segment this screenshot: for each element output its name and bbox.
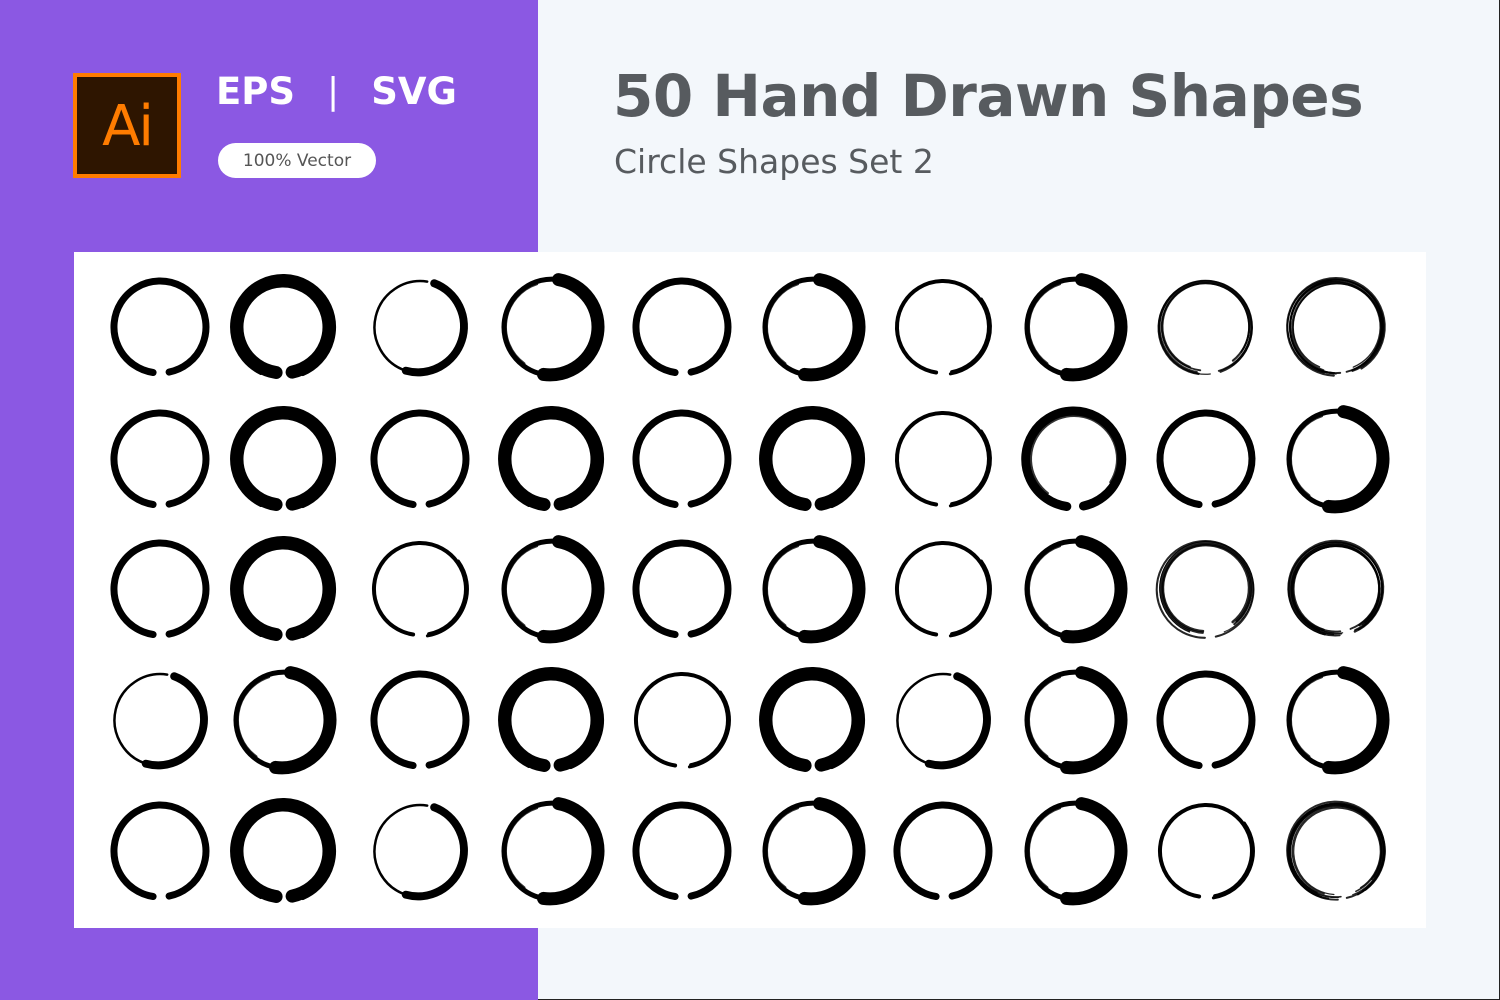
brush-circle-shape: [1024, 797, 1128, 906]
brush-circle-shape: [370, 409, 470, 508]
brush-circle-shape: [632, 539, 732, 638]
vector-badge: 100% Vector: [218, 143, 376, 178]
adobe-illustrator-icon: Ai: [73, 73, 181, 178]
brush-circle-shape: [110, 539, 210, 638]
brush-circle-shape: [896, 672, 991, 770]
brush-circle-shape: [233, 666, 337, 775]
brush-circle-shape: [633, 672, 731, 769]
format-separator: |: [327, 70, 340, 112]
brush-circle-shape: [762, 535, 866, 644]
brush-circle-shape: [1287, 539, 1385, 637]
brush-circle-shape: [893, 801, 993, 900]
brush-circle-shape: [1155, 540, 1255, 639]
brush-circle-shape: [371, 541, 469, 638]
brush-circle-shape: [110, 801, 210, 900]
shapes-grid: [110, 273, 1390, 906]
brush-circle-shape: [373, 803, 468, 901]
brush-circle-shape: [498, 406, 605, 511]
brush-circle-shape: [1024, 666, 1128, 775]
brush-circle-shape: [1286, 800, 1386, 901]
brush-circle-shape: [230, 274, 337, 379]
page-title: 50 Hand Drawn Shapes: [613, 62, 1364, 130]
brush-circle-shape: [110, 409, 210, 508]
shapes-panel: [74, 252, 1426, 928]
brush-circle-shape: [110, 277, 210, 376]
brush-circle-shape: [1156, 670, 1256, 769]
brush-circle-shape: [759, 667, 866, 772]
brush-circle-shape: [501, 535, 605, 644]
format-svg: SVG: [371, 69, 457, 113]
brush-circle-shape: [632, 277, 732, 376]
brush-circle-shape: [762, 273, 866, 382]
page-subtitle: Circle Shapes Set 2: [614, 142, 934, 181]
brush-circle-shape: [1021, 406, 1127, 511]
brush-circle-shape: [759, 406, 866, 511]
brush-circle-shape: [1286, 666, 1390, 775]
ai-logo-text: Ai: [102, 93, 154, 159]
brush-circle-shape: [113, 672, 208, 770]
brush-circle-shape: [1286, 277, 1386, 377]
brush-circle-shape: [894, 279, 992, 376]
brush-circle-shape: [1157, 803, 1255, 900]
brush-circle-shape: [230, 406, 337, 511]
format-eps: EPS: [216, 69, 296, 113]
brush-circle-shape: [498, 667, 605, 772]
brush-circle-shape: [894, 541, 992, 638]
brush-circle-shape: [1286, 405, 1390, 514]
brush-circle-shape: [501, 273, 605, 382]
brush-circle-shape: [370, 670, 470, 769]
file-formats: EPS | SVG: [216, 66, 457, 116]
brush-circle-shape: [632, 801, 732, 900]
brush-circle-shape: [373, 279, 468, 377]
brush-circle-shape: [1156, 409, 1256, 508]
brush-circle-shape: [501, 797, 605, 906]
brush-circle-shape: [1157, 279, 1254, 376]
brush-circle-shape: [762, 797, 866, 906]
brush-circle-shape: [230, 798, 337, 903]
brush-circle-shape: [1024, 273, 1128, 382]
brush-circle-shape: [894, 411, 992, 508]
brush-circle-shape: [230, 536, 337, 641]
brush-circle-shape: [632, 409, 732, 508]
brush-circle-shape: [1024, 535, 1128, 644]
